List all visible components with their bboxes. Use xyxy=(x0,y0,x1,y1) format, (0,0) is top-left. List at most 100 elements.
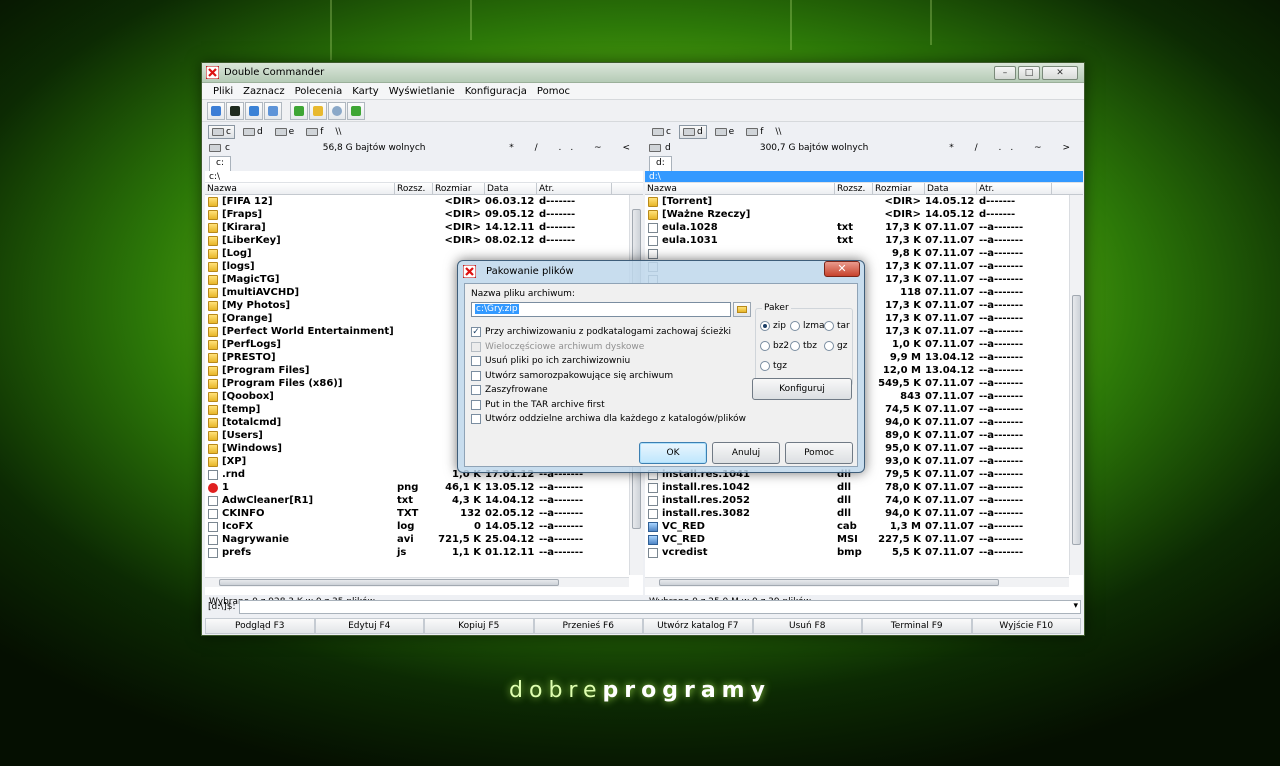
folder-button[interactable] xyxy=(309,101,327,120)
file-row[interactable]: [Fraps] <DIR> 09.05.12 d------- xyxy=(205,208,629,221)
right-drive-network[interactable]: \\ xyxy=(771,125,785,139)
vertical-scrollbar[interactable] xyxy=(1069,195,1083,575)
file-row[interactable]: install.res.3082 dll 94,0 K 07.11.07 --a----… xyxy=(645,507,1069,520)
search-button[interactable] xyxy=(328,101,346,120)
menu-konfiguracja[interactable]: Konfiguracja xyxy=(460,86,532,97)
file-row[interactable]: [Torrent] <DIR> 14.05.12 d------- xyxy=(645,195,1069,208)
col-ext[interactable]: Rozsz. xyxy=(395,183,433,194)
f7-mkdir-button[interactable]: Utwórz katalog F7 xyxy=(643,618,753,634)
menu-zaznacz[interactable]: Zaznacz xyxy=(238,86,289,97)
file-row[interactable]: install.res.2052 dll 74,0 K 07.11.07 --a----… xyxy=(645,494,1069,507)
left-drive-f[interactable]: f xyxy=(302,125,327,139)
right-drive-e[interactable]: e xyxy=(711,125,739,139)
packer-lzma[interactable]: lzma xyxy=(790,321,825,331)
file-row[interactable]: prefs js 1,1 K 01.12.11 --a------- xyxy=(205,546,629,559)
file-row[interactable]: IcoFX log 0 14.05.12 --a------- xyxy=(205,520,629,533)
file-row[interactable]: 1 png 46,1 K 13.05.12 --a------- xyxy=(205,481,629,494)
panel-nav-buttons[interactable]: * / .. ~ < xyxy=(509,143,639,153)
col-size[interactable]: Rozmiar xyxy=(433,183,485,194)
packer-zip[interactable]: zip xyxy=(760,321,786,331)
option-checkbox[interactable]: Zaszyfrowane xyxy=(471,384,548,396)
option-checkbox[interactable]: ✓ Przy archiwizowaniu z podkatalogami zac… xyxy=(471,326,731,338)
file-row[interactable]: CKINFO TXT 132 02.05.12 --a------- xyxy=(205,507,629,520)
col-date[interactable]: Data xyxy=(485,183,537,194)
left-drive-network[interactable]: \\ xyxy=(331,125,345,139)
file-row[interactable]: install.res.1042 dll 78,0 K 07.11.07 --a----… xyxy=(645,481,1069,494)
unselect-group-button[interactable] xyxy=(264,101,282,120)
file-date: 13.04.12 xyxy=(925,365,975,376)
tab-d[interactable]: d: xyxy=(649,156,672,171)
menu-pliki[interactable]: Pliki xyxy=(208,86,238,97)
f5-copy-button[interactable]: Kopiuj F5 xyxy=(424,618,534,634)
file-row[interactable]: AdwCleaner[R1] txt 4,3 K 14.04.12 --a------- xyxy=(205,494,629,507)
archive-name-input[interactable]: c:\Gry.zip xyxy=(471,302,731,317)
col-attr[interactable]: Atr. xyxy=(977,183,1052,194)
file-row[interactable]: 9,8 K 07.11.07 --a------- xyxy=(645,247,1069,260)
col-ext[interactable]: Rozsz. xyxy=(835,183,873,194)
file-date: 07.11.07 xyxy=(925,378,975,389)
close-button[interactable]: ✕ xyxy=(1042,65,1078,80)
help-button[interactable]: Pomoc xyxy=(785,442,853,464)
packer-tgz[interactable]: tgz xyxy=(760,361,787,371)
file-row[interactable]: VC_RED cab 1,3 M 07.11.07 --a------- xyxy=(645,520,1069,533)
option-checkbox[interactable]: Put in the TAR archive first xyxy=(471,399,605,411)
col-name[interactable]: Nazwa xyxy=(205,183,395,194)
horizontal-scrollbar[interactable] xyxy=(205,577,629,587)
tab-c[interactable]: c: xyxy=(209,156,231,171)
select-group-button[interactable] xyxy=(245,101,263,120)
option-checkbox[interactable]: Utwórz samorozpakowujące się archiwum xyxy=(471,370,673,382)
file-row[interactable]: Nagrywanie avi 721,5 K 25.04.12 --a------- xyxy=(205,533,629,546)
file-row[interactable]: eula.1031 txt 17,3 K 07.11.07 --a------- xyxy=(645,234,1069,247)
packer-tbz[interactable]: tbz xyxy=(790,341,817,351)
right-drive-f[interactable]: f xyxy=(742,125,767,139)
f4-edit-button[interactable]: Edytuj F4 xyxy=(314,618,424,634)
col-size[interactable]: Rozmiar xyxy=(873,183,925,194)
file-row[interactable]: [LiberKey] <DIR> 08.02.12 d------- xyxy=(205,234,629,247)
file-row[interactable]: eula.1028 txt 17,3 K 07.11.07 --a------- xyxy=(645,221,1069,234)
terminal-button[interactable] xyxy=(226,101,244,120)
packer-bz2[interactable]: bz2 xyxy=(760,341,789,351)
minimize-button[interactable]: – xyxy=(994,65,1016,80)
file-row[interactable]: [Kirara] <DIR> 14.12.11 d------- xyxy=(205,221,629,234)
maximize-button[interactable]: □ xyxy=(1018,65,1040,80)
f3-view-button[interactable]: Podgląd F3 xyxy=(205,618,315,634)
f9-terminal-button[interactable]: Terminal F9 xyxy=(862,618,972,634)
menu-polecenia[interactable]: Polecenia xyxy=(290,86,348,97)
back-button[interactable] xyxy=(347,101,365,120)
file-row[interactable]: [Log] xyxy=(205,247,629,260)
packer-tar[interactable]: tar xyxy=(824,321,850,331)
file-row[interactable]: VC_RED MSI 227,5 K 07.11.07 --a------- xyxy=(645,533,1069,546)
command-input[interactable] xyxy=(238,600,1081,614)
ok-button[interactable]: OK xyxy=(639,442,707,464)
f10-exit-button[interactable]: Wyjście F10 xyxy=(971,618,1081,634)
path-bar[interactable]: d:\ xyxy=(645,171,1083,183)
right-drive-d[interactable]: d xyxy=(678,125,707,139)
col-name[interactable]: Nazwa xyxy=(645,183,835,194)
file-row[interactable]: [FIFA 12] <DIR> 06.03.12 d------- xyxy=(205,195,629,208)
menu-wyswietlanie[interactable]: Wyświetlanie xyxy=(384,86,460,97)
menu-karty[interactable]: Karty xyxy=(347,86,383,97)
dialog-close-button[interactable]: ✕ xyxy=(824,261,860,277)
menu-pomoc[interactable]: Pomoc xyxy=(532,86,575,97)
packer-gz[interactable]: gz xyxy=(824,341,847,351)
left-drive-d[interactable]: d xyxy=(239,125,267,139)
panel-nav-buttons[interactable]: * / .. ~ > xyxy=(949,143,1079,153)
refresh-button[interactable] xyxy=(207,101,225,120)
f8-delete-button[interactable]: Usuń F8 xyxy=(752,618,862,634)
left-drive-c[interactable]: c xyxy=(208,125,235,139)
f6-move-button[interactable]: Przenieś F6 xyxy=(533,618,643,634)
file-row[interactable]: vcredist bmp 5,5 K 07.11.07 --a------- xyxy=(645,546,1069,559)
option-checkbox[interactable]: Utwórz oddzielne archiwa dla każdego z k… xyxy=(471,413,746,425)
left-drive-e[interactable]: e xyxy=(271,125,299,139)
right-drive-c[interactable]: c xyxy=(648,125,675,139)
horizontal-scrollbar[interactable] xyxy=(645,577,1069,587)
path-bar[interactable]: c:\ xyxy=(205,171,643,183)
file-row[interactable]: [Ważne Rzeczy] <DIR> 14.05.12 d------- xyxy=(645,208,1069,221)
configure-button[interactable]: Konfiguruj xyxy=(752,378,852,400)
parent-dir-button[interactable] xyxy=(290,101,308,120)
col-date[interactable]: Data xyxy=(925,183,977,194)
browse-button[interactable] xyxy=(733,302,751,317)
option-checkbox[interactable]: Usuń pliki po ich zarchiwizowniu xyxy=(471,355,630,367)
col-attr[interactable]: Atr. xyxy=(537,183,612,194)
cancel-button[interactable]: Anuluj xyxy=(712,442,780,464)
